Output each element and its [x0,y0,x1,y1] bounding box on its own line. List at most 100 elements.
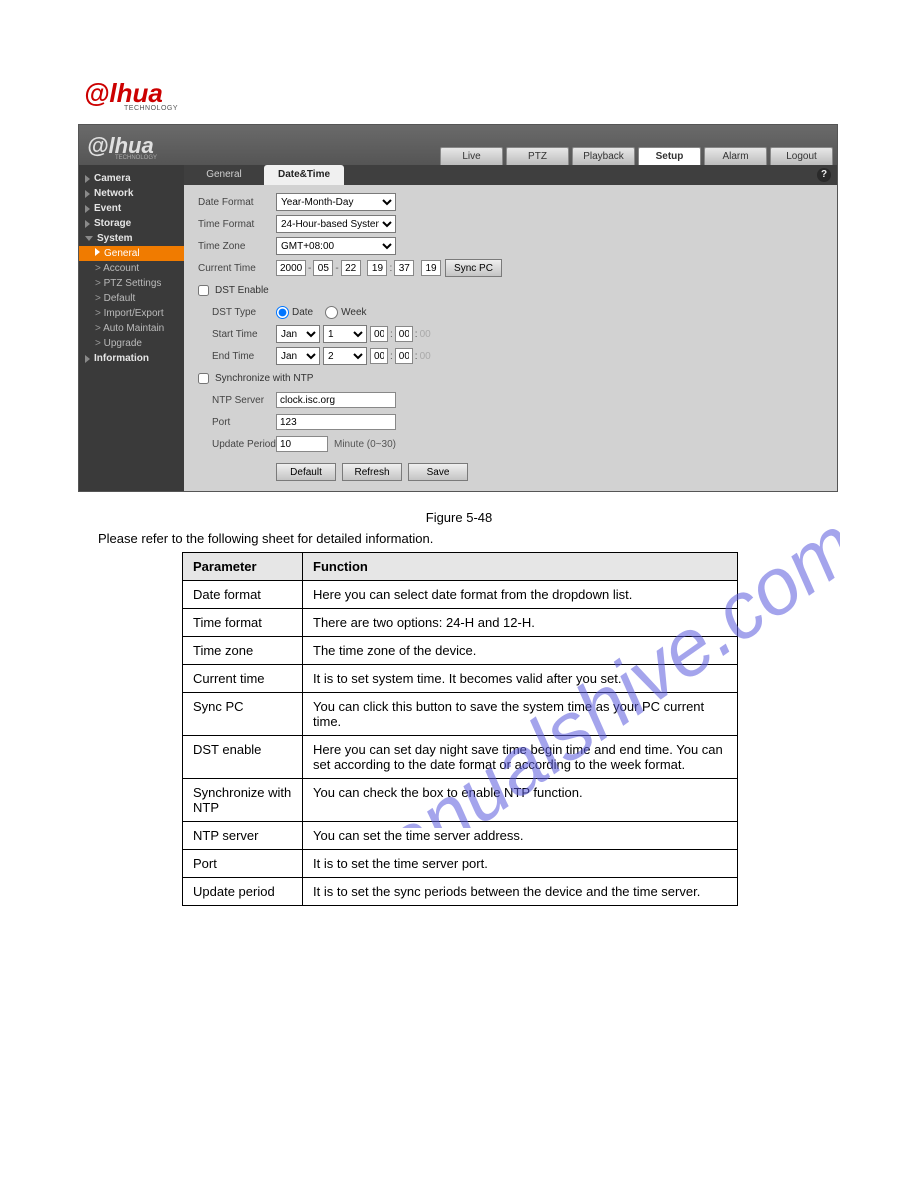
cur-month-input[interactable] [313,260,333,276]
sidebar-storage[interactable]: Storage [79,216,184,231]
start-sec-static: 00 [420,329,431,340]
default-button[interactable]: Default [276,463,336,481]
sidebar-general[interactable]: General [79,246,184,261]
param-name: Port [183,850,303,878]
sidebar-account[interactable]: Account [79,261,184,276]
param-desc: Here you can select date format from the… [303,581,738,609]
minute-range-label: Minute (0~30) [334,439,396,450]
sidebar-camera[interactable]: Camera [79,171,184,186]
sidebar-information[interactable]: Information [79,351,184,366]
ntp-server-input[interactable] [276,392,396,408]
parameters-table: Parameter Function Date formatHere you c… [182,552,738,906]
param-name: Time zone [183,637,303,665]
sidebar-import-export[interactable]: Import/Export [79,306,184,321]
ntp-port-input[interactable] [276,414,396,430]
form-area: Date Format Year-Month-Day Time Format 2… [184,185,837,491]
label-port: Port [212,417,276,428]
start-hour-input[interactable] [370,326,388,342]
param-name: NTP server [183,822,303,850]
window-header: @lhua TECHNOLOGY Live PTZ Playback Setup… [79,125,837,165]
table-row: DST enableHere you can set day night sav… [183,736,738,779]
param-desc: It is to set system time. It becomes val… [303,665,738,693]
param-desc: You can set the time server address. [303,822,738,850]
label-date-format: Date Format [198,197,276,208]
param-name: Current time [183,665,303,693]
cur-day-input[interactable] [341,260,361,276]
table-row: Synchronize with NTPYou can check the bo… [183,779,738,822]
sub-tab-bar: General Date&Time [184,165,837,185]
table-row: Sync PCYou can click this button to save… [183,693,738,736]
sidebar-upgrade[interactable]: Upgrade [79,336,184,351]
th-function: Function [303,553,738,581]
param-name: Date format [183,581,303,609]
table-row: NTP serverYou can set the time server ad… [183,822,738,850]
param-name: DST enable [183,736,303,779]
label-sync-ntp: Synchronize with NTP [215,373,313,384]
time-format-select[interactable]: 24-Hour-based System [276,215,396,233]
label-update-period: Update Period [212,439,276,450]
label-time-zone: Time Zone [198,241,276,252]
tab-setup[interactable]: Setup [638,147,701,165]
subtab-general[interactable]: General [184,165,264,185]
dst-type-date-label: Date [292,307,313,318]
ntp-sync-checkbox[interactable] [198,373,209,384]
main-tabs: Live PTZ Playback Setup Alarm Logout [440,147,833,165]
save-button[interactable]: Save [408,463,468,481]
sidebar-ptz-settings[interactable]: PTZ Settings [79,276,184,291]
end-day-select[interactable]: 2 [323,347,367,365]
tab-ptz[interactable]: PTZ [506,147,569,165]
sidebar-event[interactable]: Event [79,201,184,216]
tab-alarm[interactable]: Alarm [704,147,767,165]
table-row: Update periodIt is to set the sync perio… [183,878,738,906]
label-dst-enable: DST Enable [215,285,269,296]
tab-live[interactable]: Live [440,147,503,165]
th-parameter: Parameter [183,553,303,581]
param-desc: There are two options: 24-H and 12-H. [303,609,738,637]
app-logo: @lhua TECHNOLOGY [87,133,157,161]
param-desc: It is to set the time server port. [303,850,738,878]
content-panel: ? General Date&Time Date Format Year-Mon… [184,165,837,491]
time-zone-select[interactable]: GMT+08:00 [276,237,396,255]
start-month-select[interactable]: Jan [276,325,320,343]
cur-min-input[interactable] [394,260,414,276]
cur-sec-input[interactable] [421,260,441,276]
sidebar-auto-maintain[interactable]: Auto Maintain [79,321,184,336]
app-window: @lhua TECHNOLOGY Live PTZ Playback Setup… [78,124,838,492]
param-desc: You can click this button to save the sy… [303,693,738,736]
help-icon[interactable]: ? [817,168,831,182]
end-hour-input[interactable] [370,348,388,364]
start-day-select[interactable]: 1 [323,325,367,343]
sync-pc-button[interactable]: Sync PC [445,259,502,277]
brand-logo: lhua TECHNOLOGY [84,78,224,110]
label-ntp-server: NTP Server [212,395,276,406]
end-month-select[interactable]: Jan [276,347,320,365]
tab-logout[interactable]: Logout [770,147,833,165]
param-name: Time format [183,609,303,637]
label-end-time: End Time [212,351,276,362]
param-desc: You can check the box to enable NTP func… [303,779,738,822]
intro-text: Please refer to the following sheet for … [98,531,918,546]
dst-type-date-radio[interactable] [276,306,289,319]
param-desc: It is to set the sync periods between th… [303,878,738,906]
cur-year-input[interactable] [276,260,306,276]
table-row: Time zoneThe time zone of the device. [183,637,738,665]
refresh-button[interactable]: Refresh [342,463,402,481]
dst-enable-checkbox[interactable] [198,285,209,296]
start-min-input[interactable] [395,326,413,342]
subtab-date-time[interactable]: Date&Time [264,165,344,185]
param-name: Synchronize with NTP [183,779,303,822]
label-time-format: Time Format [198,219,276,230]
end-min-input[interactable] [395,348,413,364]
date-format-select[interactable]: Year-Month-Day [276,193,396,211]
param-name: Sync PC [183,693,303,736]
tab-playback[interactable]: Playback [572,147,635,165]
label-dst-type: DST Type [212,307,276,318]
sidebar-network[interactable]: Network [79,186,184,201]
update-period-input[interactable] [276,436,328,452]
sidebar-system[interactable]: System [79,231,184,246]
dst-type-week-radio[interactable] [325,306,338,319]
end-sec-static: 00 [420,351,431,362]
param-name: Update period [183,878,303,906]
sidebar-default[interactable]: Default [79,291,184,306]
cur-hour-input[interactable] [367,260,387,276]
